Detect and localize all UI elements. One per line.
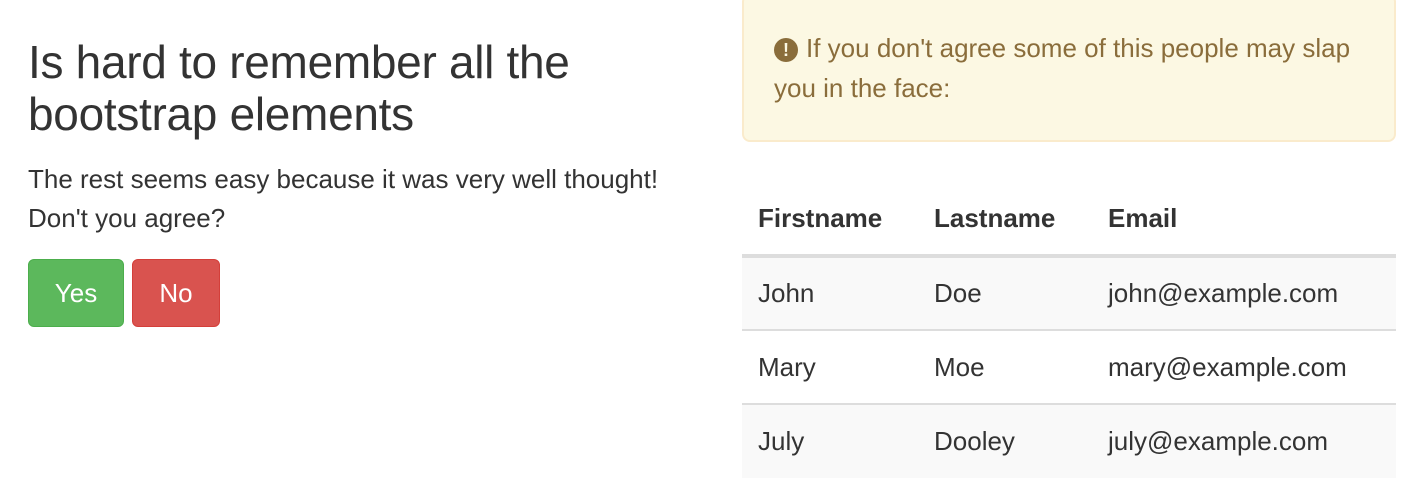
column-header-lastname: Lastname [918,182,1092,258]
intro-section: Is hard to remember all the bootstrap el… [28,36,708,327]
yes-button[interactable]: Yes [28,259,124,327]
cell-lastname: Moe [918,329,1092,404]
cell-firstname: John [758,278,815,308]
no-button[interactable]: No [132,259,220,327]
people-table-container: Firstname Lastname Email John Doe john@e… [742,182,1396,478]
table-row: Mary Moe mary@example.com [742,329,1396,404]
column-header-firstname: Firstname [742,182,918,258]
column-header-email: Email [1092,182,1396,258]
table-header-row: Firstname Lastname Email [742,182,1396,258]
page: Is hard to remember all the bootstrap el… [0,0,1402,486]
table-row: John Doe john@example.com [742,256,1396,330]
cell-email: john@example.com [1108,278,1339,308]
alert-text: If you don't agree some of this people m… [774,33,1351,103]
cell-firstname: July [742,403,918,478]
people-table: Firstname Lastname Email John Doe john@e… [742,182,1396,478]
cell-email: july@example.com [1092,403,1396,478]
intro-text: The rest seems easy because it was very … [28,164,659,233]
page-heading: Is hard to remember all the bootstrap el… [28,36,570,140]
exclamation-circle-icon: ! [774,38,798,62]
warning-alert: ! If you don't agree some of this people … [742,0,1396,142]
cell-email: mary@example.com [1092,329,1396,404]
table-row: July Dooley july@example.com [742,403,1396,478]
cell-firstname: Mary [742,329,918,404]
cell-lastname: Doe [934,278,982,308]
cell-lastname: Dooley [918,403,1092,478]
button-group: Yes No [28,259,708,327]
